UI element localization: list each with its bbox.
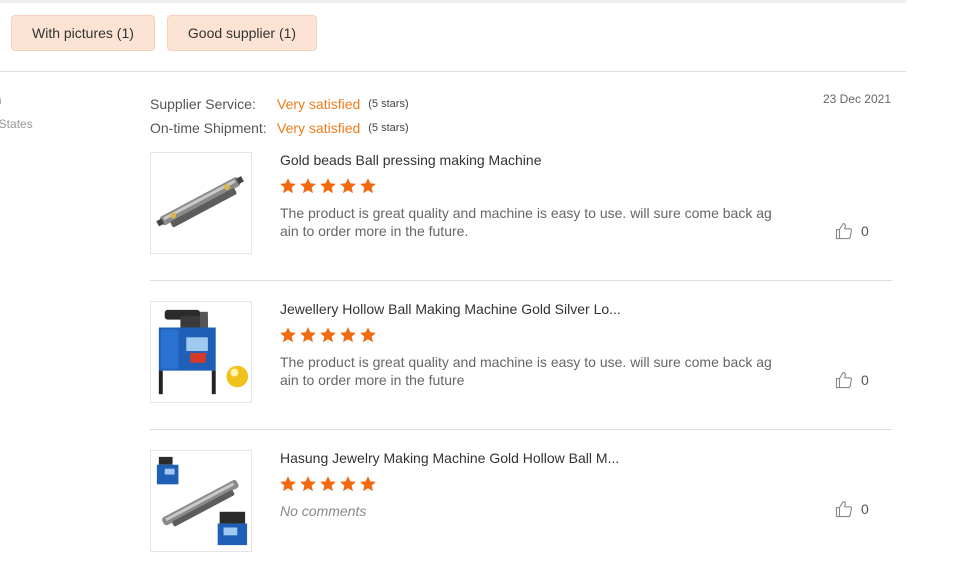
review-item: Gold beads Ball pressing making Machine … (150, 152, 892, 301)
like-button[interactable]: 0 (835, 222, 869, 240)
top-divider (0, 0, 906, 3)
thumbs-up-icon (835, 371, 853, 389)
star-icon (340, 327, 356, 343)
reviewer-name: n (0, 92, 1, 107)
review-comment: The product is great quality and machine… (280, 354, 772, 388)
star-icon (300, 327, 316, 343)
thumbs-up-icon (835, 222, 853, 240)
product-rating-stars (279, 326, 377, 344)
product-title[interactable]: Hasung Jewelry Making Machine Gold Hollo… (280, 450, 619, 466)
review-comment: The product is great quality and machine… (280, 205, 772, 239)
like-button[interactable]: 0 (835, 371, 869, 389)
rating-row-supplier-service: Supplier Service: Very satisfied (5 star… (150, 92, 409, 116)
rating-stars-text: (5 stars) (368, 98, 409, 110)
rating-stars-text: (5 stars) (368, 122, 409, 134)
product-rating-stars (279, 475, 377, 493)
star-icon (360, 327, 376, 343)
rating-label: Supplier Service: (150, 96, 256, 112)
product-rating-stars (279, 177, 377, 195)
review-item: Hasung Jewelry Making Machine Gold Hollo… (150, 450, 892, 580)
star-icon (320, 327, 336, 343)
reviewed-products: Gold beads Ball pressing making Machine … (150, 152, 892, 580)
star-icon (300, 178, 316, 194)
item-divider (150, 280, 892, 281)
bead-roller-machine-image[interactable] (150, 152, 252, 254)
review-filters: With pictures (1) Good supplier (1) (11, 15, 318, 51)
star-icon (340, 476, 356, 492)
like-count: 0 (861, 372, 869, 388)
filter-with-pictures-button[interactable]: With pictures (1) (11, 15, 155, 51)
supplier-ratings: Supplier Service: Very satisfied (5 star… (150, 92, 409, 140)
review-item: Jewellery Hollow Ball Making Machine Gol… (150, 301, 892, 450)
like-button[interactable]: 0 (835, 500, 869, 518)
rating-value: Very satisfied (277, 120, 361, 136)
star-icon (320, 178, 336, 194)
star-icon (280, 327, 296, 343)
star-icon (280, 476, 296, 492)
filter-good-supplier-button[interactable]: Good supplier (1) (166, 15, 318, 51)
thumbs-up-icon (835, 500, 853, 518)
star-icon (320, 476, 336, 492)
star-icon (360, 178, 376, 194)
jewelry-machine-set-image[interactable] (150, 450, 252, 552)
rating-row-on-time-shipment: On-time Shipment: Very satisfied (5 star… (150, 116, 409, 140)
rating-value: Very satisfied (277, 96, 361, 112)
like-count: 0 (861, 501, 869, 517)
product-title[interactable]: Gold beads Ball pressing making Machine (280, 152, 541, 168)
star-icon (280, 178, 296, 194)
star-icon (360, 476, 376, 492)
item-divider (150, 429, 892, 430)
star-icon (340, 178, 356, 194)
product-title[interactable]: Jewellery Hollow Ball Making Machine Gol… (280, 301, 621, 317)
reviewer-country: ited States (0, 117, 33, 131)
star-icon (300, 476, 316, 492)
hollow-ball-machine-image[interactable] (150, 301, 252, 403)
filters-divider (0, 71, 906, 72)
like-count: 0 (861, 223, 869, 239)
review-comment-empty: No comments (280, 503, 367, 519)
review-date: 23 Dec 2021 (822, 92, 891, 106)
rating-label: On-time Shipment: (150, 120, 267, 136)
